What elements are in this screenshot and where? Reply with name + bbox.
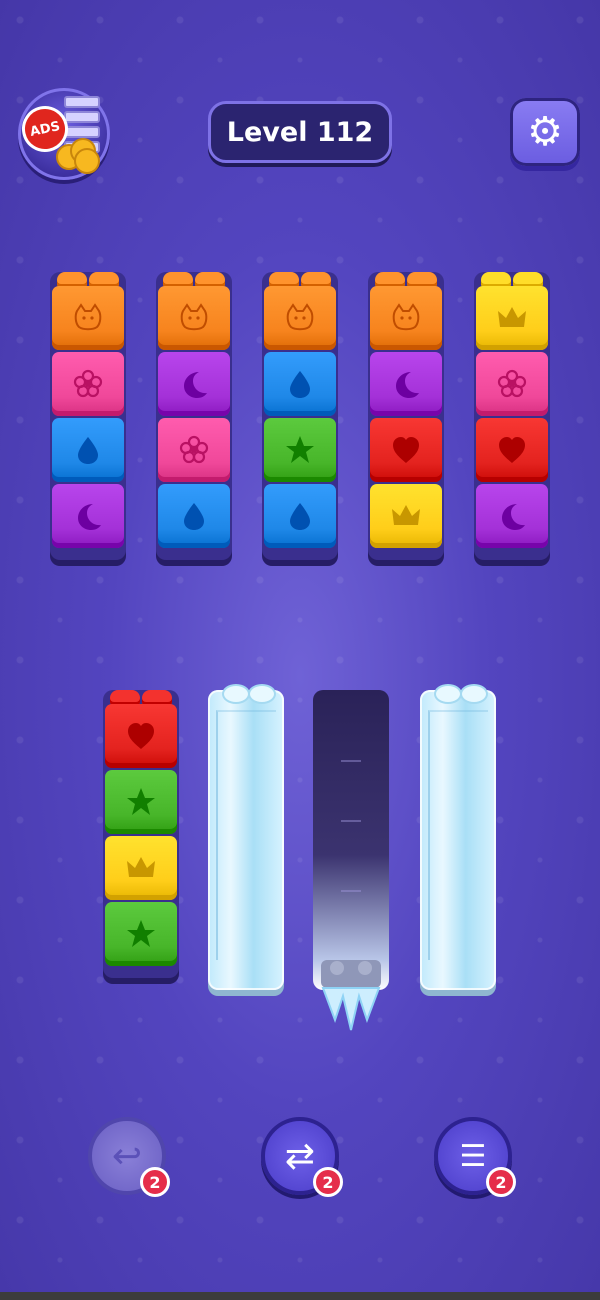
flower-icon bbox=[73, 369, 103, 398]
moon-icon bbox=[184, 372, 207, 398]
crown-icon bbox=[498, 307, 526, 327]
tube-block bbox=[52, 352, 124, 416]
moon-icon bbox=[396, 372, 419, 398]
top-tube-5[interactable] bbox=[474, 272, 550, 560]
background-pattern bbox=[0, 0, 600, 1300]
tube-block bbox=[370, 418, 442, 482]
top-tube-2[interactable] bbox=[156, 272, 232, 560]
ice-crack bbox=[216, 710, 276, 960]
add-tube-button[interactable]: ☰ 2 bbox=[434, 1117, 516, 1197]
crown-icon bbox=[127, 857, 155, 877]
shuffle-icon: ⇄ bbox=[284, 1135, 316, 1177]
add-tube-count: 2 bbox=[486, 1167, 516, 1197]
star-icon bbox=[127, 788, 155, 815]
tube-block bbox=[52, 286, 124, 350]
tube-block bbox=[105, 836, 177, 900]
tube-block bbox=[476, 352, 548, 416]
gear-icon: ⚙ bbox=[527, 109, 563, 155]
flower-icon bbox=[179, 435, 209, 464]
drop-icon bbox=[78, 437, 98, 464]
slot-divider bbox=[341, 820, 361, 822]
moon-icon bbox=[78, 504, 101, 530]
cat-icon bbox=[74, 303, 102, 331]
tube-block bbox=[158, 484, 230, 548]
ice-studs bbox=[430, 684, 488, 704]
tube-block bbox=[370, 286, 442, 350]
top-tube-4[interactable] bbox=[368, 272, 444, 560]
tube-block bbox=[476, 484, 548, 548]
drop-icon bbox=[184, 503, 204, 530]
tube-block bbox=[264, 418, 336, 482]
remove-ads-button[interactable]: ADS bbox=[17, 88, 110, 180]
frozen-tube bbox=[420, 684, 496, 990]
heart-icon bbox=[393, 437, 419, 463]
tube-block bbox=[105, 704, 177, 768]
top-tube-3[interactable] bbox=[262, 272, 338, 560]
tube-block bbox=[264, 352, 336, 416]
cat-icon bbox=[392, 303, 420, 331]
drop-icon bbox=[290, 371, 310, 398]
tube-block bbox=[476, 286, 548, 350]
tube-block bbox=[370, 352, 442, 416]
ice-spike-icon bbox=[321, 960, 381, 1031]
tube-block bbox=[370, 484, 442, 548]
stack-icon: ☰ bbox=[459, 1138, 487, 1174]
undo-count: 2 bbox=[140, 1167, 170, 1197]
frozen-tube bbox=[208, 684, 284, 990]
tube-block bbox=[52, 418, 124, 482]
ice-crack bbox=[428, 710, 488, 960]
tube-block bbox=[105, 902, 177, 966]
flower-icon bbox=[497, 369, 527, 398]
moon-icon bbox=[502, 504, 525, 530]
cat-icon bbox=[286, 303, 314, 331]
shuffle-count: 2 bbox=[313, 1167, 343, 1197]
bottom-tube-1[interactable] bbox=[103, 690, 179, 978]
undo-button[interactable]: ↩ 2 bbox=[88, 1117, 170, 1197]
tube-block bbox=[105, 770, 177, 834]
top-tube-1[interactable] bbox=[50, 272, 126, 560]
system-nav-bar bbox=[0, 1292, 600, 1300]
tube-block bbox=[158, 418, 230, 482]
tube-block bbox=[476, 418, 548, 482]
star-icon bbox=[286, 436, 314, 463]
tube-block bbox=[158, 352, 230, 416]
settings-button[interactable]: ⚙ bbox=[510, 98, 580, 166]
level-title: Level 112 bbox=[208, 101, 392, 163]
crown-icon bbox=[392, 505, 420, 525]
tube-block bbox=[158, 286, 230, 350]
drop-icon bbox=[290, 503, 310, 530]
ice-studs bbox=[218, 684, 276, 704]
slot-divider bbox=[341, 890, 361, 892]
heart-icon bbox=[499, 437, 525, 463]
tube-block bbox=[264, 484, 336, 548]
heart-icon bbox=[128, 723, 154, 749]
cat-icon bbox=[180, 303, 208, 331]
shuffle-button[interactable]: ⇄ 2 bbox=[261, 1117, 343, 1197]
slot-divider bbox=[341, 760, 361, 762]
undo-icon: ↩ bbox=[111, 1135, 143, 1177]
tube-block bbox=[264, 286, 336, 350]
tube-block bbox=[52, 484, 124, 548]
star-icon bbox=[127, 920, 155, 947]
